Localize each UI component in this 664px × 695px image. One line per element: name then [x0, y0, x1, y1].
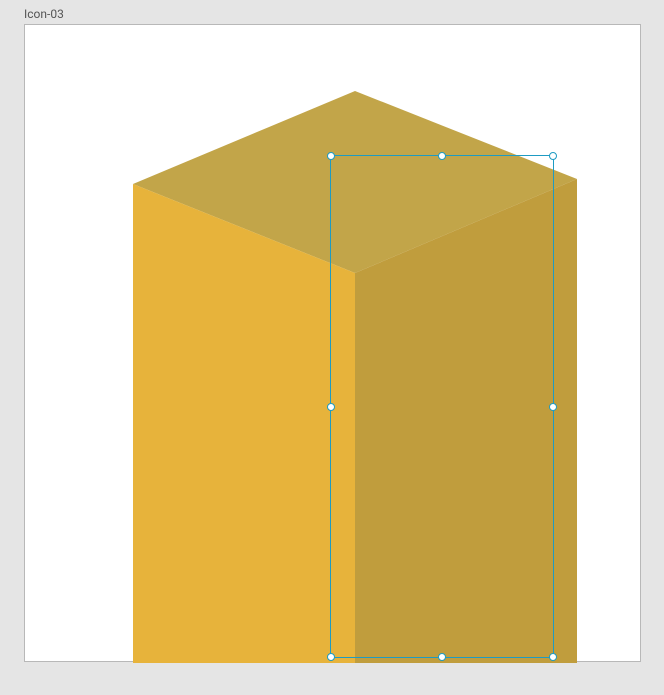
artboard[interactable]: [47, 47, 620, 641]
design-frame[interactable]: [24, 24, 641, 662]
selection-handle-top-right[interactable]: [549, 152, 557, 160]
selection-handle-bottom-right[interactable]: [549, 653, 557, 661]
selection-handle-top-middle[interactable]: [438, 152, 446, 160]
selection-handle-middle-left[interactable]: [327, 403, 335, 411]
cube-shape[interactable]: [133, 91, 577, 663]
selection-handle-bottom-left[interactable]: [327, 653, 335, 661]
frame-label[interactable]: Icon-03: [24, 7, 64, 21]
selection-handle-bottom-middle[interactable]: [438, 653, 446, 661]
selection-handle-middle-right[interactable]: [549, 403, 557, 411]
selection-handle-top-left[interactable]: [327, 152, 335, 160]
